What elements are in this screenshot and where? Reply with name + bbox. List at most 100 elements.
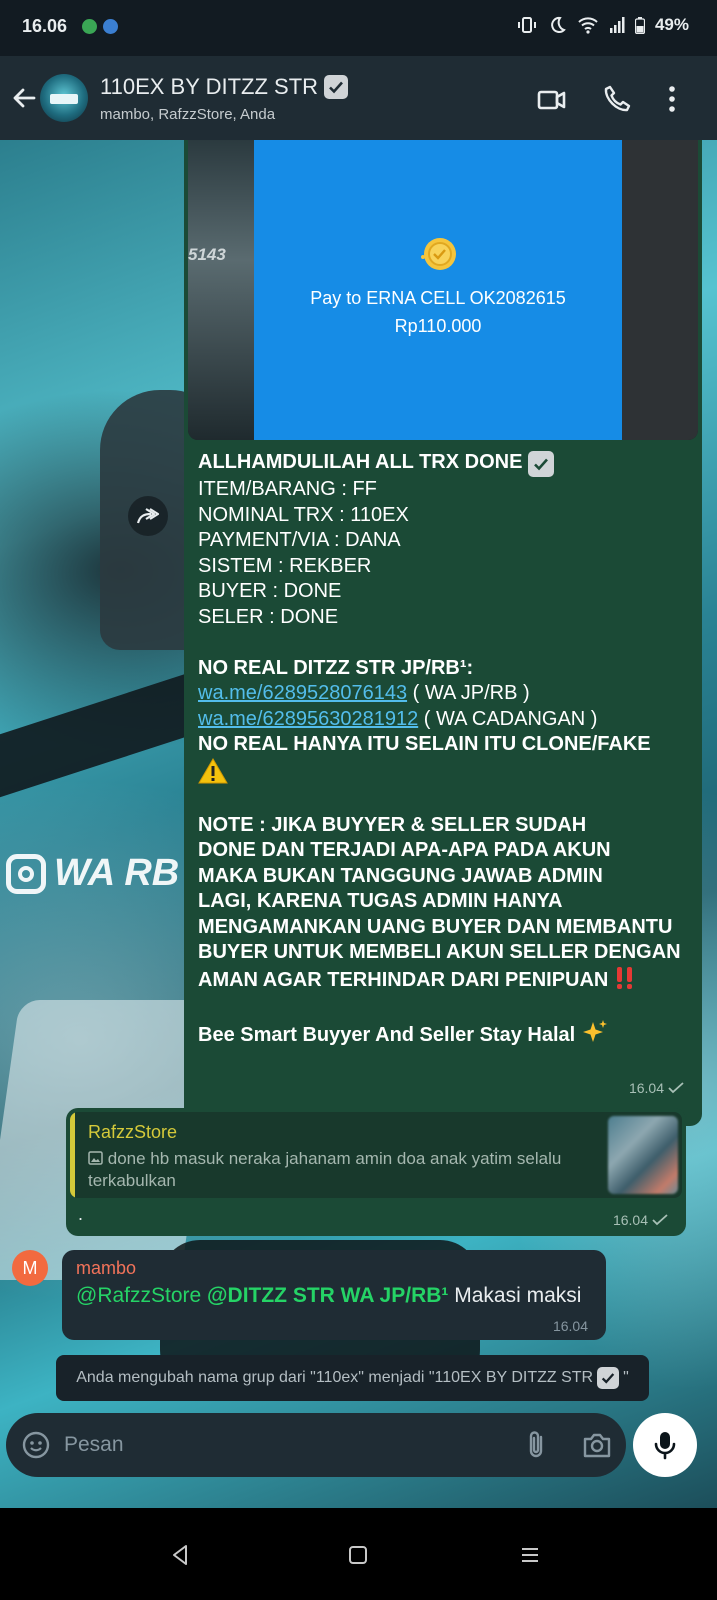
signal-icon [609,17,625,33]
app-notification-icon [103,19,118,34]
sender-name[interactable]: mambo [76,1258,136,1279]
message-headline: ALLHAMDULILAH ALL TRX DONE [198,450,692,477]
forward-button[interactable] [128,496,168,536]
quoted-sender: RafzzStore [88,1122,178,1142]
group-title: 110EX BY DITZZ STR [100,74,500,100]
group-name: 110EX BY DITZZ STR [100,74,319,99]
system-notice-text: Anda mengubah nama grup dari "110ex" men… [76,1369,594,1386]
payment-receipt: Pay to ERNA CELL OK2082615 Rp110.000 [254,140,622,440]
sent-check-icon [652,1214,668,1226]
contact-line: wa.me/6289528076143 ( WA JP/RB ) [198,681,692,707]
group-avatar[interactable] [40,74,88,122]
group-info[interactable]: 110EX BY DITZZ STR mambo, RafzzStore, An… [100,74,500,123]
sticker-icon[interactable] [22,1431,50,1459]
message-time: 16.04 [552,1318,588,1334]
note-line: AMAN AGAR TERHINDAR DARI PENIPUAN [198,966,692,994]
note-line: NOTE : JIKA BUYYER & SELLER SUDAH [198,813,587,836]
check-mark-icon [597,1367,620,1389]
chat-header: 110EX BY DITZZ STR mambo, RafzzStore, An… [0,56,717,140]
incoming-text: Makasi maksi [448,1284,582,1307]
message-input-bar[interactable]: Pesan [6,1413,626,1477]
sender-avatar[interactable]: M [12,1250,48,1286]
incoming-message[interactable]: mambo @RafzzStore @DITZZ STR WA JP/RB¹ M… [62,1250,606,1340]
payment-screenshot-image[interactable]: 5143 Pay to ERNA CELL OK2082615 Rp110.00… [188,140,698,440]
detail-line: PAYMENT/VIA : DANA [198,529,401,551]
wallpaper-watermark-text: WA RB : [54,852,203,894]
back-arrow-icon[interactable] [8,82,40,114]
chat-area[interactable]: WA RB : 5143 Pay to ERNA CELL OK2082615 … [0,140,717,1508]
note-last-text: AMAN AGAR TERHINDAR DARI PENIPUAN [198,968,609,991]
detail-line: SISTEM : REKBER [198,554,372,577]
video-call-icon[interactable] [536,84,568,116]
note-line: MAKA BUKAN TANGGUNG JAWAB ADMIN [198,864,603,887]
contact-line: wa.me/62895630281912 ( WA CADANGAN ) [198,707,692,733]
note-line: DONE DAN TERJADI APA-APA PADA AKUN [198,839,611,861]
mention[interactable]: @RafzzStore [76,1284,201,1307]
sent-check-icon [668,1082,684,1094]
check-mark-icon [324,75,349,99]
system-notice: Anda mengubah nama grup dari "110ex" men… [56,1355,649,1401]
system-notice-suffix: " [623,1369,629,1386]
image-icon [88,1151,103,1165]
whatsapp-link[interactable]: wa.me/62895630281912 [198,708,418,730]
warning-icon [198,757,228,783]
message-meta: 16.04 [553,1318,588,1334]
detail-line: SELER : DONE [198,605,339,628]
wifi-icon [578,17,598,34]
image-left-strip: 5143 [188,140,254,440]
note-line: BUYER UNTUK MEMBELI AKUN SELLER DENGAN [198,941,681,963]
wallpaper-watermark: WA RB : [6,852,202,895]
voice-call-icon[interactable] [602,84,632,114]
closing-line: Bee Smart Buyyer And Seller Stay Halal [198,1019,692,1049]
link-note: ( WA CADANGAN ) [418,707,598,730]
group-members: mambo, RafzzStore, Anda [100,106,276,123]
closing-text: Bee Smart Buyyer And Seller Stay Halal [198,1023,576,1046]
link-note: ( WA JP/RB ) [407,682,530,704]
quoted-message[interactable]: RafzzStore done hb masuk neraka jahanam … [70,1112,682,1198]
sparkles-icon [582,1019,607,1042]
check-mark-icon [527,451,554,477]
reply-body: . [78,1204,84,1224]
message-time: 16.04 [612,1212,648,1228]
do-not-disturb-moon-icon [551,16,566,33]
message-body: ALLHAMDULILAH ALL TRX DONE ITEM/BARANG :… [198,450,692,1048]
nav-back-icon[interactable] [170,1544,190,1566]
battery-percentage: 49% [654,15,689,34]
message-input[interactable]: Pesan [64,1433,124,1457]
detail-line: NOMINAL TRX : 110EX [198,503,409,526]
nav-recents-icon[interactable] [520,1546,540,1564]
pay-amount: Rp110.000 [394,316,482,336]
voice-message-button[interactable] [633,1413,697,1477]
headline-text: ALLHAMDULILAH ALL TRX DONE [198,451,523,473]
note-line: MENGAMANKAN UANG BUYER DAN MEMBANTU [198,915,673,938]
image-side-text: 5143 [188,245,226,264]
more-options-icon[interactable] [664,84,680,114]
no-real-title: NO REAL DITZZ STR JP/RB¹: [198,656,474,679]
warning-text: NO REAL HANYA ITU SELAIN ITU CLONE/FAKE [198,733,651,755]
incoming-body: @RafzzStore @DITZZ STR WA JP/RB¹ Makasi … [76,1284,581,1308]
coin-icon [421,238,456,270]
pay-to-text: Pay to ERNA CELL OK2082615 [310,288,566,308]
quoted-body: done hb masuk neraka jahanam amin doa an… [88,1149,562,1190]
outgoing-reply-message[interactable]: RafzzStore done hb masuk neraka jahanam … [66,1108,686,1236]
battery-icon [634,16,645,34]
attach-paperclip-icon[interactable] [522,1429,550,1461]
vibrate-icon [517,17,536,33]
microphone-icon [654,1432,676,1460]
whatsapp-link[interactable]: wa.me/6289528076143 [198,682,407,704]
system-indicators: 49% [517,15,689,35]
note-line: LAGI, KARENA TUGAS ADMIN HANYA [198,890,563,912]
double-exclamation-icon [616,966,632,989]
quoted-image-thumbnail [608,1116,678,1194]
quote-accent-bar [70,1112,75,1198]
image-right-strip [622,140,698,440]
message-meta: 16.04 [613,1212,668,1228]
forward-icon [136,508,160,524]
camera-icon[interactable] [582,1431,612,1459]
mention[interactable]: @DITZZ STR WA JP/RB¹ [207,1284,448,1307]
nav-home-icon[interactable] [348,1545,368,1565]
status-bar: 16.06 49% [0,0,717,56]
outgoing-message[interactable]: 5143 Pay to ERNA CELL OK2082615 Rp110.00… [184,140,702,1126]
detail-line: ITEM/BARANG : FF [198,478,377,500]
detail-line: BUYER : DONE [198,580,342,602]
